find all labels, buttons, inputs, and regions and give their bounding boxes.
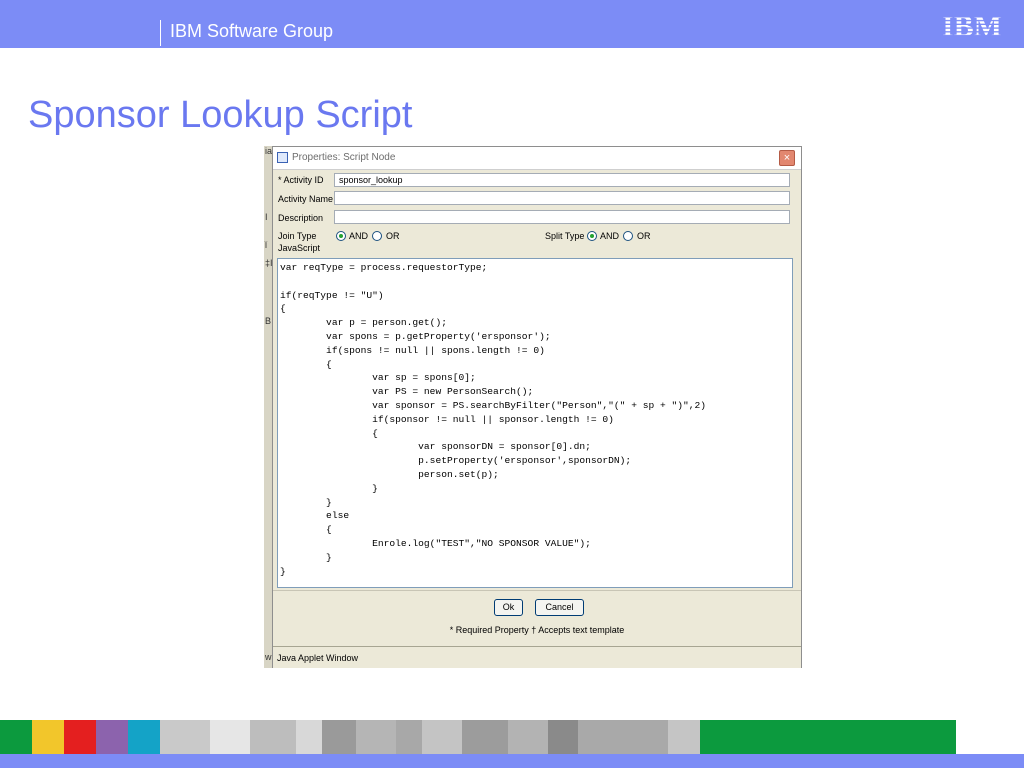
description-field[interactable] — [334, 210, 790, 224]
dialog-title: Properties: Script Node — [292, 152, 396, 163]
status-text: Java Applet Window — [277, 653, 359, 663]
footer-stripe — [508, 720, 548, 754]
footer-stripe — [700, 720, 956, 754]
footer-stripe — [160, 720, 210, 754]
script-text: var reqType = process.requestorType; if(… — [280, 262, 707, 577]
footer-stripes — [0, 720, 1024, 754]
split-type-or-radio[interactable] — [623, 231, 633, 241]
footer-stripe — [462, 720, 508, 754]
join-type-or-radio[interactable] — [372, 231, 382, 241]
svg-text:IBM: IBM — [942, 10, 1002, 40]
footer-stripe — [64, 720, 96, 754]
screenshot: ia I ǐ ‡I B w Properties: Script Node × … — [264, 146, 802, 668]
join-type-and-label: AND — [349, 231, 369, 241]
slide-title: Sponsor Lookup Script — [28, 94, 413, 136]
close-button[interactable]: × — [779, 150, 795, 166]
join-type-or-label: OR — [386, 231, 400, 241]
activity-name-field[interactable] — [334, 191, 790, 205]
ibm-logo: IBM — [942, 10, 1002, 40]
status-bar: Java Applet Window — [273, 646, 801, 668]
footer-stripe — [668, 720, 700, 754]
join-type-and-radio[interactable] — [336, 231, 346, 241]
footer-stripe — [210, 720, 250, 754]
footer-stripe — [296, 720, 322, 754]
split-type-and-radio[interactable] — [587, 231, 597, 241]
properties-dialog: Properties: Script Node × * Activity ID … — [272, 146, 802, 668]
footer-stripe — [356, 720, 396, 754]
activity-id-field[interactable]: sponsor_lookup — [334, 173, 790, 187]
header-bar: IBM Software Group IBM — [0, 0, 1024, 48]
footer-stripe — [422, 720, 462, 754]
footer-stripe — [96, 720, 128, 754]
footer-stripe — [32, 720, 64, 754]
footer-stripe — [578, 720, 668, 754]
button-separator — [273, 590, 801, 591]
window-icon — [277, 152, 288, 163]
split-type-and-label: AND — [600, 231, 620, 241]
footer-stripe — [0, 720, 32, 754]
footer-bar — [0, 754, 1024, 768]
activity-id-label: * Activity ID — [278, 175, 324, 185]
description-label: Description — [278, 213, 324, 223]
javascript-label: JavaScript — [278, 243, 321, 253]
script-editor[interactable]: var reqType = process.requestorType; if(… — [277, 258, 793, 588]
footer-stripe — [396, 720, 422, 754]
activity-name-label: Activity Name — [278, 194, 334, 204]
footer-stripe — [250, 720, 296, 754]
footer-stripe — [128, 720, 160, 754]
ok-button[interactable]: Ok — [494, 599, 523, 616]
split-type-or-label: OR — [637, 231, 651, 241]
split-type-label: Split Type — [545, 231, 585, 241]
dialog-titlebar[interactable]: Properties: Script Node × — [273, 147, 801, 170]
header-divider — [160, 20, 161, 46]
required-legend: * Required Property † Accepts text templ… — [449, 625, 625, 635]
join-type-label: Join Type — [278, 231, 317, 241]
footer-stripe — [322, 720, 356, 754]
header-group-name: IBM Software Group — [170, 21, 334, 41]
footer-stripe — [548, 720, 578, 754]
cancel-button[interactable]: Cancel — [535, 599, 584, 616]
